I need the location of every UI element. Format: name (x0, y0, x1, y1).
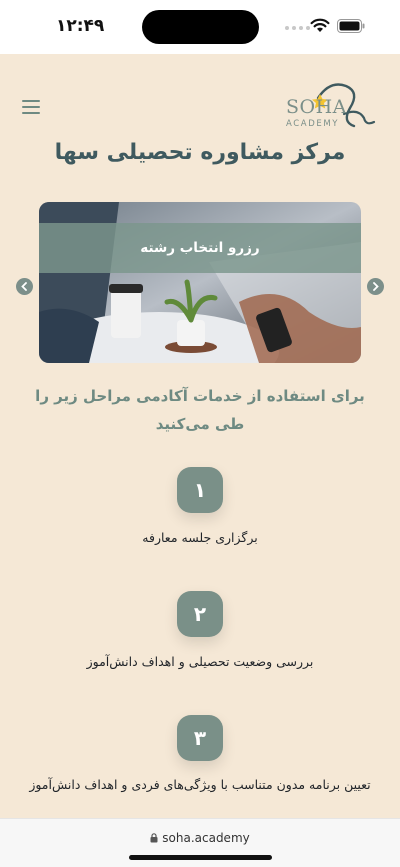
lock-icon (150, 833, 158, 843)
steps-intro-text: برای استفاده از خدمات آکادمی مراحل زیر ر… (35, 387, 365, 433)
home-indicator[interactable] (129, 855, 272, 860)
page-title: مرکز مشاوره تحصیلی سها (54, 140, 346, 165)
step-1-badge: ۱ (177, 467, 223, 513)
hamburger-menu-icon[interactable] (22, 100, 40, 114)
step-1-label: برگزاری جلسه معارفه (142, 530, 258, 545)
browser-url: soha.academy (162, 831, 250, 845)
chevron-left-icon (21, 282, 27, 291)
logo-text: SOHA (286, 96, 347, 118)
carousel-next-button[interactable] (367, 278, 384, 295)
carousel-caption[interactable]: رزرو انتخاب رشته (39, 223, 361, 273)
step-3-badge: ۳ (177, 715, 223, 761)
status-time: ۱۲:۴۹ (56, 16, 105, 36)
step-3-label: تعیین برنامه مدون متناسب با ویژگی‌های فر… (29, 777, 371, 792)
step-2-badge: ۲ (177, 591, 223, 637)
cellular-signal-icon (285, 26, 310, 30)
status-bar: ۱۲:۴۹ (0, 0, 400, 54)
step-2-label: بررسی وضعیت تحصیلی و اهداف دانش‌آموز (86, 654, 314, 669)
wifi-icon (310, 18, 330, 32)
dynamic-island (142, 10, 259, 44)
hero-carousel[interactable]: رزرو انتخاب رشته (39, 202, 361, 363)
battery-icon (337, 19, 365, 33)
logo-subtext: ACADEMY (286, 119, 340, 129)
chevron-right-icon (373, 282, 379, 291)
soha-academy-logo[interactable]: SOHA ACADEMY (284, 78, 380, 138)
carousel-prev-button[interactable] (16, 278, 33, 295)
